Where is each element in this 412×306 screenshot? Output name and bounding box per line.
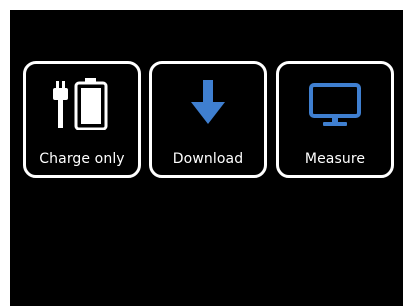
- charge-only-label: Charge only: [39, 151, 125, 167]
- device-screen: Charge only Download Measure: [10, 10, 403, 306]
- download-button[interactable]: Download: [149, 61, 267, 178]
- charge-only-button[interactable]: Charge only: [23, 61, 141, 178]
- download-label: Download: [172, 151, 244, 167]
- plug-battery-icon: [26, 78, 138, 130]
- measure-label: Measure: [304, 151, 366, 167]
- monitor-icon: [279, 78, 391, 130]
- measure-button[interactable]: Measure: [276, 61, 394, 178]
- download-arrow-icon: [152, 78, 264, 130]
